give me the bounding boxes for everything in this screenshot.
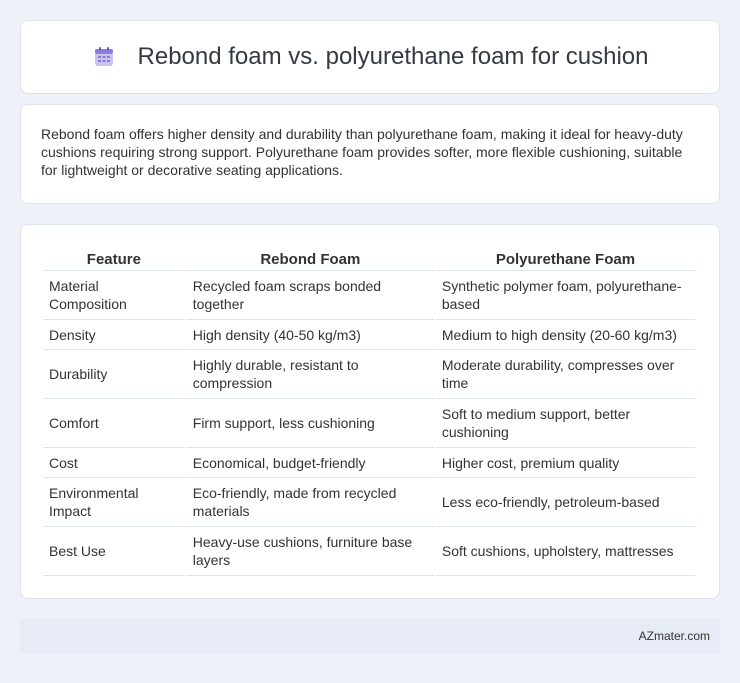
page-title: Rebond foam vs. polyurethane foam for cu… (137, 43, 649, 70)
summary-text: Rebond foam offers higher density and du… (41, 126, 683, 178)
table-row: Comfort Firm support, less cushioning So… (43, 399, 695, 448)
rebond-cell: Economical, budget-friendly (186, 448, 434, 478)
polyurethane-cell: Soft cushions, upholstery, mattresses (435, 527, 695, 576)
table-row: Cost Economical, budget-friendly Higher … (43, 448, 695, 478)
feature-cell: Material Composition (43, 271, 185, 320)
rebond-cell: Recycled foam scraps bonded together (186, 271, 434, 320)
feature-cell: Best Use (43, 527, 185, 576)
title-card: Rebond foam vs. polyurethane foam for cu… (20, 20, 720, 94)
feature-cell: Durability (43, 350, 185, 399)
table-row: Density High density (40-50 kg/m3) Mediu… (43, 320, 695, 350)
table-header-row: Feature Rebond Foam Polyurethane Foam (43, 245, 695, 271)
rebond-cell: Highly durable, resistant to compression (186, 350, 434, 399)
table-row: Durability Highly durable, resistant to … (43, 350, 695, 399)
feature-cell: Environmental Impact (43, 478, 185, 527)
feature-cell: Comfort (43, 399, 185, 448)
rebond-cell: Eco-friendly, made from recycled materia… (186, 478, 434, 527)
table-row: Material Composition Recycled foam scrap… (43, 271, 695, 320)
polyurethane-cell: Synthetic polymer foam, polyurethane-bas… (435, 271, 695, 320)
table-row: Environmental Impact Eco-friendly, made … (43, 478, 695, 527)
footer: AZmater.com (20, 619, 720, 653)
comparison-table: Feature Rebond Foam Polyurethane Foam Ma… (41, 245, 697, 576)
footer-brand: AZmater.com (638, 629, 710, 643)
column-header-rebond-foam: Rebond Foam (186, 245, 434, 271)
polyurethane-cell: Soft to medium support, better cushionin… (435, 399, 695, 448)
table-row: Best Use Heavy-use cushions, furniture b… (43, 527, 695, 576)
rebond-cell: Heavy-use cushions, furniture base layer… (186, 527, 434, 576)
polyurethane-cell: Less eco-friendly, petroleum-based (435, 478, 695, 527)
polyurethane-cell: Moderate durability, compresses over tim… (435, 350, 695, 399)
comparison-table-card: Feature Rebond Foam Polyurethane Foam Ma… (20, 224, 720, 599)
rebond-cell: High density (40-50 kg/m3) (186, 320, 434, 350)
polyurethane-cell: Medium to high density (20-60 kg/m3) (435, 320, 695, 350)
column-header-polyurethane-foam: Polyurethane Foam (435, 245, 695, 271)
column-header-feature: Feature (43, 245, 185, 271)
polyurethane-cell: Higher cost, premium quality (435, 448, 695, 478)
feature-cell: Cost (43, 448, 185, 478)
rebond-cell: Firm support, less cushioning (186, 399, 434, 448)
summary-card: Rebond foam offers higher density and du… (20, 104, 720, 204)
calendar-icon (92, 45, 116, 69)
feature-cell: Density (43, 320, 185, 350)
